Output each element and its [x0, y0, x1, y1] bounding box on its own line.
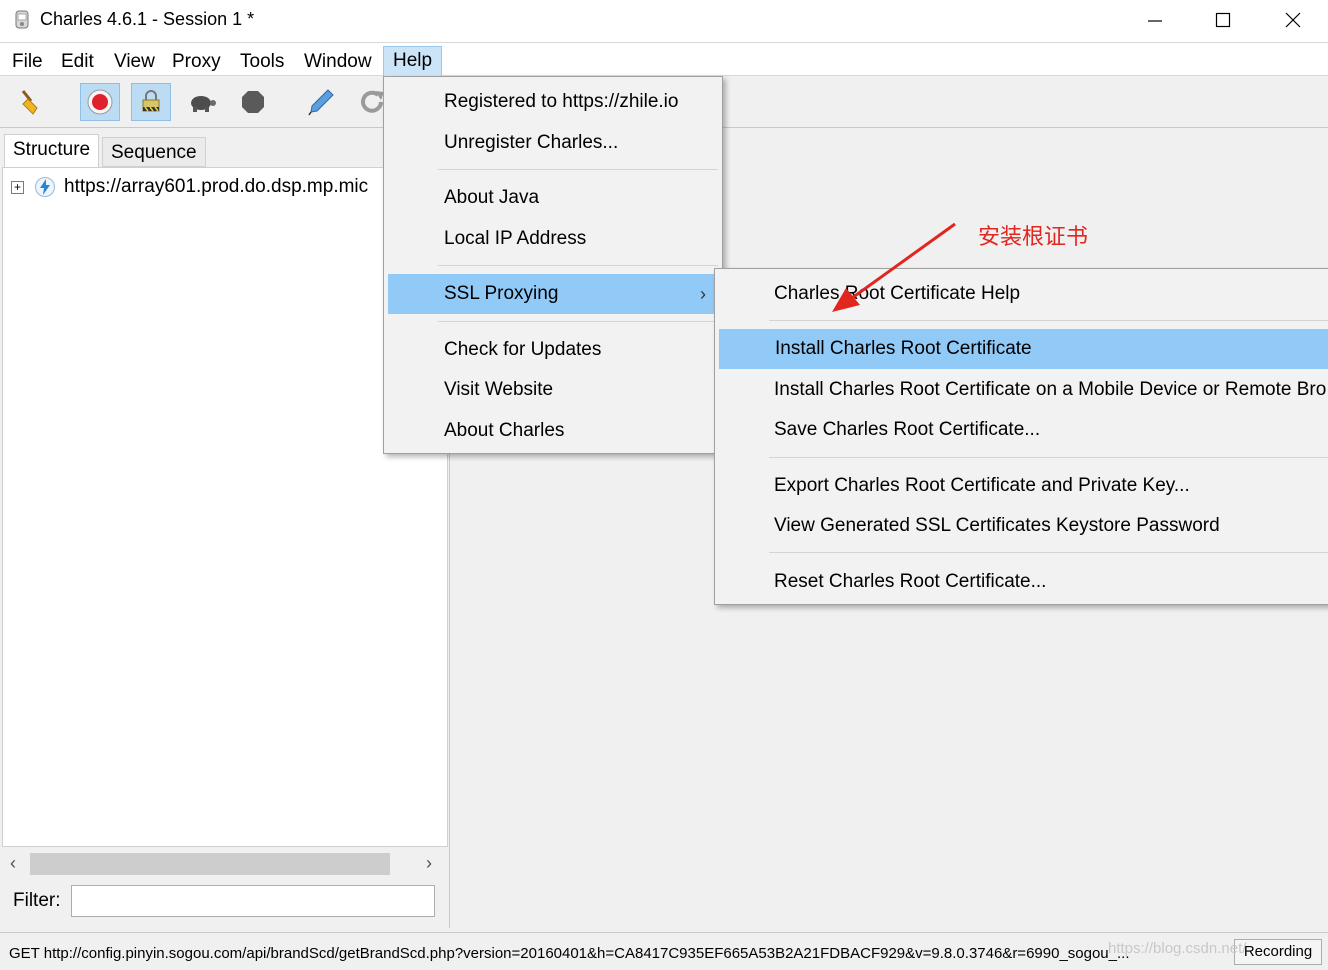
- menu-file[interactable]: File: [3, 48, 52, 76]
- stop-icon: [242, 91, 264, 113]
- record-icon: [87, 89, 113, 115]
- clear-session-button[interactable]: [12, 83, 52, 121]
- tab-sequence[interactable]: Sequence: [102, 137, 206, 167]
- menu-help[interactable]: Help: [383, 46, 443, 77]
- menu-item-about-charles[interactable]: About Charles: [384, 411, 722, 451]
- expand-icon[interactable]: +: [11, 180, 24, 194]
- ssl-proxying-button[interactable]: [131, 83, 171, 121]
- menu-item-local-ip[interactable]: Local IP Address: [384, 219, 722, 259]
- minimize-icon: [1148, 20, 1162, 22]
- scroll-right-icon[interactable]: ›: [426, 853, 432, 874]
- menu-item-unregister[interactable]: Unregister Charles...: [384, 123, 722, 163]
- menu-separator: [438, 321, 718, 322]
- record-button[interactable]: [80, 83, 120, 121]
- close-button[interactable]: [1258, 0, 1328, 40]
- menu-edit[interactable]: Edit: [52, 48, 103, 76]
- menu-item-export-root-cert[interactable]: Export Charles Root Certificate and Priv…: [715, 466, 1328, 506]
- turtle-icon: [191, 96, 216, 112]
- minimize-button[interactable]: [1120, 0, 1190, 40]
- scroll-left-icon[interactable]: ‹: [10, 853, 16, 874]
- menu-item-about-java[interactable]: About Java: [384, 178, 722, 218]
- pen-icon: [308, 89, 334, 116]
- tree-row[interactable]: + https://array601.prod.do.dsp.mp.mic: [11, 174, 383, 200]
- breakpoints-button[interactable]: [233, 83, 273, 121]
- menu-item-check-updates[interactable]: Check for Updates: [384, 330, 722, 370]
- maximize-icon: [1215, 12, 1231, 28]
- horizontal-scrollbar[interactable]: ‹ ›: [2, 848, 448, 880]
- watermark: https://blog.csdn.net/: [1108, 940, 1247, 957]
- menu-view[interactable]: View: [105, 48, 164, 76]
- charles-app-icon: [15, 10, 29, 29]
- compose-button[interactable]: [301, 83, 341, 121]
- close-icon: [1285, 12, 1301, 28]
- tab-structure[interactable]: Structure: [4, 134, 100, 168]
- menu-item-install-root-cert[interactable]: Install Charles Root Certificate: [719, 329, 1328, 369]
- title-bar: Charles 4.6.1 - Session 1 *: [0, 0, 1328, 42]
- menu-item-registered[interactable]: Registered to https://zhile.io: [384, 82, 722, 122]
- status-text: GET http://config.pinyin.sogou.com/api/b…: [9, 945, 1130, 962]
- tree-host-label: https://array601.prod.do.dsp.mp.mic: [64, 176, 369, 197]
- menu-item-root-cert-help[interactable]: Charles Root Certificate Help: [715, 274, 1328, 314]
- menu-tools[interactable]: Tools: [231, 48, 293, 76]
- menu-separator: [769, 552, 1328, 553]
- ssl-proxying-label: SSL Proxying: [444, 283, 559, 304]
- maximize-button[interactable]: [1188, 0, 1258, 40]
- broom-icon: [21, 90, 38, 115]
- menu-item-save-root-cert[interactable]: Save Charles Root Certificate...: [715, 410, 1328, 450]
- menu-item-visit-website[interactable]: Visit Website: [384, 370, 722, 410]
- lightning-globe-icon: [35, 177, 55, 197]
- menu-item-ssl-proxying[interactable]: SSL Proxying ›: [388, 274, 718, 314]
- menu-item-reset-root-cert[interactable]: Reset Charles Root Certificate...: [715, 562, 1328, 602]
- filter-input[interactable]: [71, 885, 435, 917]
- annotation-label: 安装根证书: [978, 225, 1089, 250]
- menu-separator: [438, 169, 718, 170]
- help-menu: Registered to https://zhile.io Unregiste…: [383, 76, 723, 454]
- menu-item-install-mobile[interactable]: Install Charles Root Certificate on a Mo…: [715, 370, 1328, 410]
- menu-separator: [769, 457, 1328, 458]
- ssl-lock-icon: [142, 90, 160, 112]
- menu-item-view-keystore-password[interactable]: View Generated SSL Certificates Keystore…: [715, 506, 1328, 546]
- menu-separator: [438, 265, 718, 266]
- filter-label: Filter:: [13, 890, 61, 911]
- session-tree: + https://array601.prod.do.dsp.mp.mic: [2, 167, 448, 847]
- chevron-right-icon: ›: [700, 284, 706, 304]
- menu-proxy[interactable]: Proxy: [163, 48, 230, 76]
- recording-status-button[interactable]: Recording: [1234, 939, 1322, 965]
- menu-window[interactable]: Window: [295, 48, 381, 76]
- throttling-button[interactable]: [182, 83, 222, 121]
- menu-bar: File Edit View Proxy Tools Window Help: [0, 42, 1328, 77]
- window-title: Charles 4.6.1 - Session 1 *: [40, 9, 255, 29]
- menu-separator: [769, 320, 1328, 321]
- ssl-proxying-submenu: Charles Root Certificate Help Install Ch…: [714, 268, 1328, 605]
- scrollbar-thumb[interactable]: [30, 853, 390, 875]
